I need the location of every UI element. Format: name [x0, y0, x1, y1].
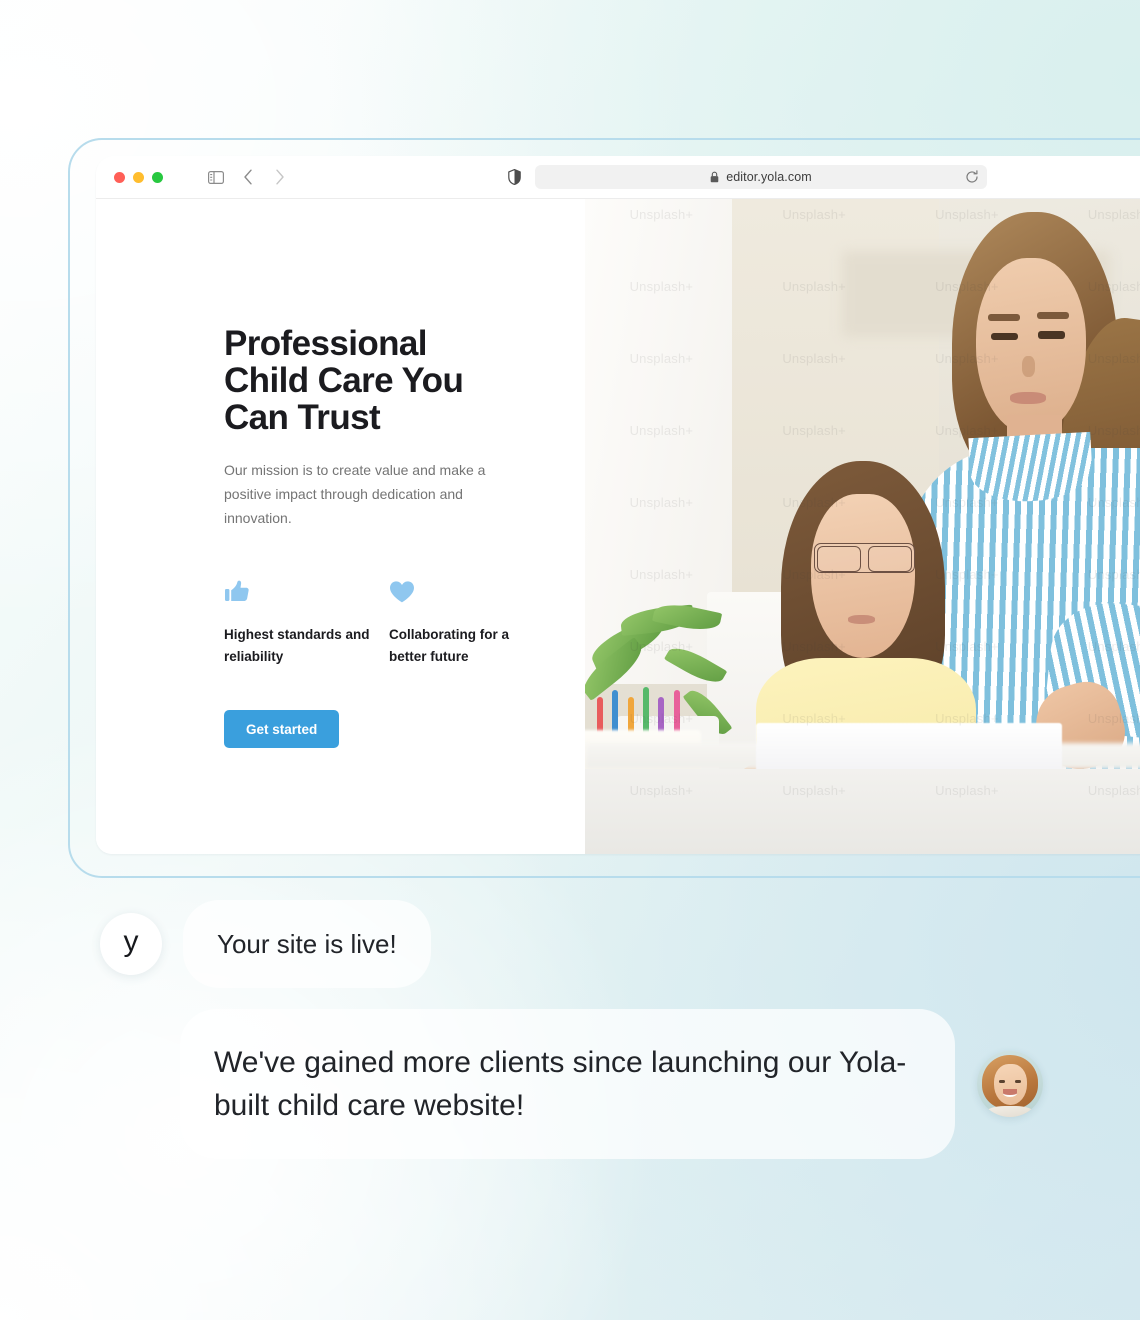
minimize-window-button[interactable]: [133, 171, 144, 183]
get-started-button[interactable]: Get started: [224, 710, 340, 748]
feature-item: Collaborating for a better future: [389, 574, 537, 668]
hero-text-column: Professional Child Care You Can Trust Ou…: [96, 199, 585, 854]
yola-avatar: y: [100, 913, 162, 975]
chat-message-customer: We've gained more clients since launchin…: [0, 1009, 1140, 1159]
browser-toolbar: editor.yola.com: [96, 156, 1140, 199]
chat-bubble: Your site is live!: [183, 900, 431, 988]
back-button[interactable]: [235, 164, 261, 190]
forward-button[interactable]: [267, 164, 293, 190]
address-bar-area: editor.yola.com: [293, 165, 1140, 189]
site-canvas: Professional Child Care You Can Trust Ou…: [96, 199, 1140, 854]
feature-label: Highest standards and reliability: [224, 627, 370, 664]
customer-avatar: [977, 1051, 1043, 1117]
reload-icon[interactable]: [965, 170, 979, 184]
feature-item: Highest standards and reliability: [224, 574, 372, 668]
page-title: Professional Child Care You Can Trust: [224, 324, 464, 437]
zoom-window-button[interactable]: [152, 171, 163, 183]
url-text: editor.yola.com: [726, 170, 812, 184]
feature-label: Collaborating for a better future: [389, 627, 510, 664]
window-traffic-lights[interactable]: [114, 171, 163, 183]
close-window-button[interactable]: [114, 171, 125, 183]
hero-subtitle: Our mission is to create value and make …: [224, 462, 486, 526]
thumbs-up-icon: [224, 574, 372, 604]
sidebar-icon[interactable]: [203, 164, 229, 190]
hero-photo: Unsplash+ Unsplash+ Unsplash+ Unsplash+ …: [585, 199, 1140, 854]
feature-list: Highest standards and reliability Collab…: [224, 574, 585, 668]
chat-bubble: We've gained more clients since launchin…: [180, 1009, 955, 1159]
heart-icon: [389, 574, 537, 604]
browser-nav-controls[interactable]: [203, 164, 293, 190]
url-bar[interactable]: editor.yola.com: [535, 165, 987, 189]
chat-message-yola: y Your site is live!: [0, 900, 1140, 988]
browser-window: editor.yola.com Professional Child Care …: [96, 156, 1140, 854]
testimonial-chat: y Your site is live! We've gained more c…: [0, 900, 1140, 1159]
lock-icon: [710, 171, 719, 183]
shield-icon[interactable]: [508, 169, 521, 185]
